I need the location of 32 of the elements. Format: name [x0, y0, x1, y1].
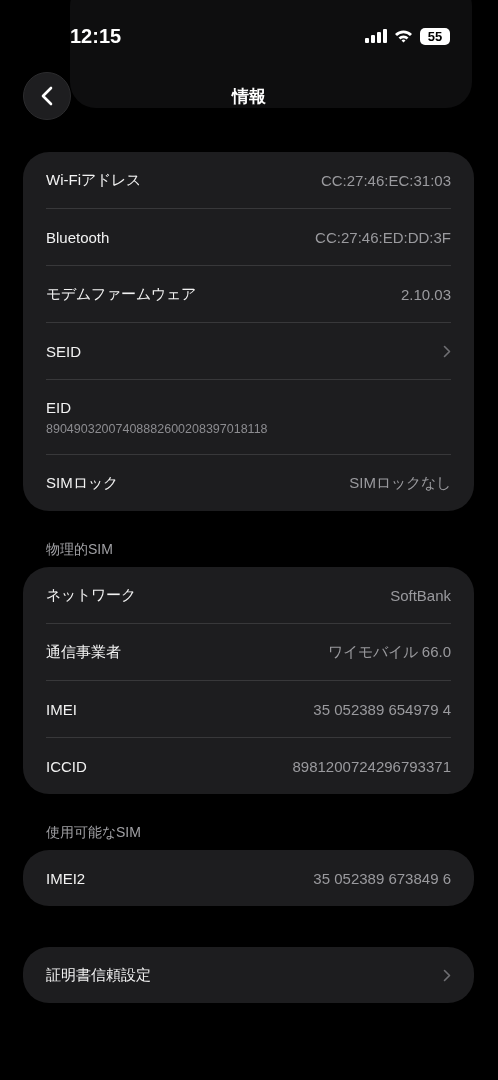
settings-row[interactable]: 証明書信頼設定 — [46, 947, 451, 1003]
row-label: Bluetooth — [46, 228, 110, 246]
row-value: 8981200724296793371 — [292, 757, 451, 775]
row-label: ICCID — [46, 757, 87, 775]
section-header: 物理的SIM — [45, 540, 114, 559]
section-header: 使用可能なSIM — [45, 823, 142, 842]
row-value: CC:27:46:ED:DD:3F — [315, 228, 451, 246]
status-time: 12:15 — [70, 24, 122, 48]
wifi-icon — [394, 29, 413, 43]
row-label: IMEI2 — [46, 869, 86, 887]
chevron-icon — [443, 344, 451, 358]
back-icon — [41, 86, 53, 106]
row-value: 35 052389 673849 6 — [313, 869, 451, 887]
row-value: 2.10.03 — [400, 285, 451, 303]
row-label: モデムファームウェア — [46, 284, 196, 304]
chevron-icon — [443, 968, 451, 982]
row-value: SIMロックなし — [349, 473, 451, 493]
row-value: 35 052389 654979 4 — [313, 700, 451, 718]
row-label: 通信事業者 — [46, 642, 121, 662]
row-label: EID — [46, 398, 71, 416]
row-value: 89049032007408882600208397018118 — [46, 421, 268, 436]
row-value: CC:27:46:EC:31:03 — [320, 171, 451, 189]
row-value: ワイモバイル 66.0 — [327, 642, 451, 662]
row-label: ネットワーク — [46, 585, 136, 605]
row-value: SoftBank — [390, 586, 451, 604]
back-button[interactable] — [23, 72, 71, 120]
row-label: SIMロック — [46, 473, 118, 493]
settings-row[interactable]: SEID — [46, 323, 451, 379]
row-label: Wi-Fiアドレス — [46, 170, 141, 190]
signal-icon — [365, 29, 387, 43]
page-title: 情報 — [232, 85, 266, 108]
row-label: IMEI — [46, 700, 77, 718]
